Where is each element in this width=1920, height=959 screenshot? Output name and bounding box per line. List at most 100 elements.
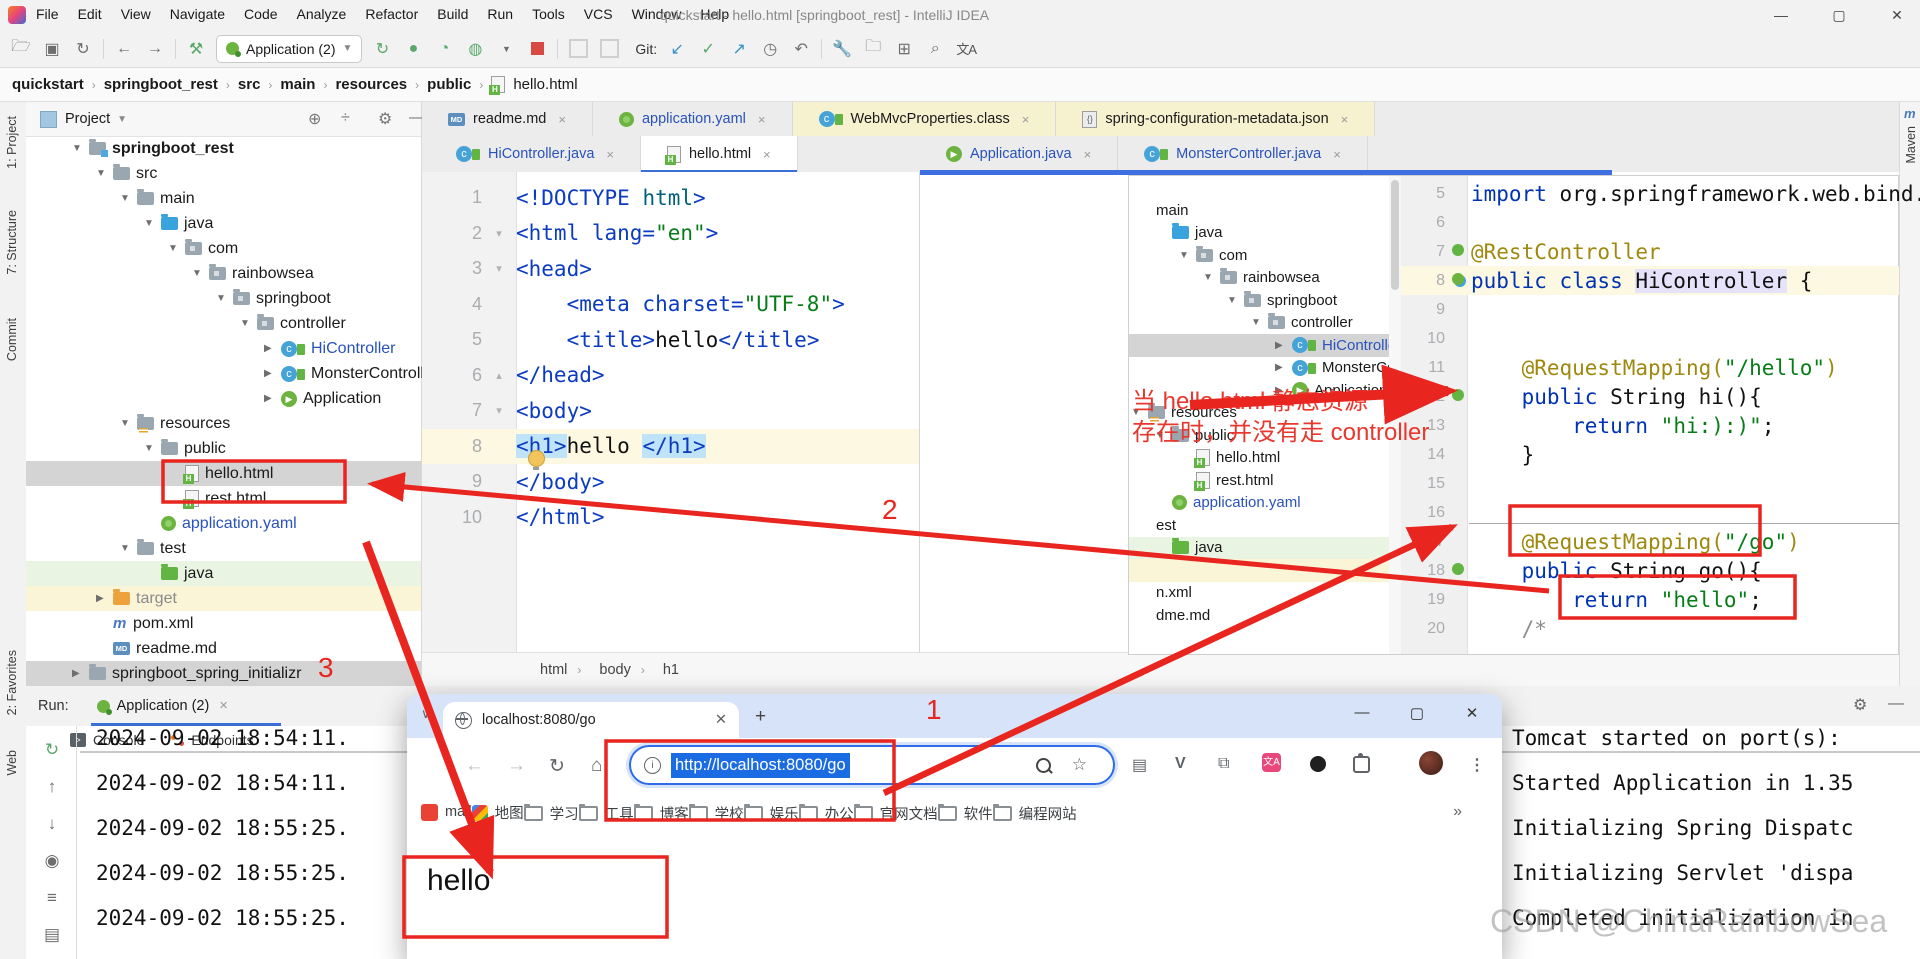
menu-item[interactable]: Tools [532, 6, 565, 22]
save-icon[interactable]: ▣ [41, 38, 63, 60]
address-bar[interactable]: i http://localhost:8080/go ☆ [629, 745, 1115, 785]
code-line[interactable]: 7 ▾ <body> [422, 393, 919, 429]
search-icon[interactable]: ⌕ [924, 38, 946, 60]
scroll-up-icon[interactable]: ↑ [48, 777, 57, 797]
bookmark-item[interactable]: 学校 [688, 803, 744, 824]
stripe-web-tab[interactable]: Web [5, 750, 19, 775]
tree-row[interactable]: pom.xml [26, 611, 421, 636]
bookmark-item[interactable]: 娱乐 [743, 803, 799, 824]
open-icon[interactable]: 🗁 [10, 38, 32, 60]
debug-icon[interactable]: ● [402, 38, 424, 60]
site-info-icon[interactable]: i [644, 756, 661, 774]
breadcrumb-body[interactable]: body [599, 662, 630, 678]
forward-icon[interactable]: → [507, 755, 526, 777]
bookmark-item[interactable]: 编程网站 [992, 803, 1077, 824]
url-input[interactable]: http://localhost:8080/go [671, 752, 850, 778]
menu-item[interactable]: Edit [78, 6, 102, 22]
tree-row[interactable]: ▼ controller [26, 311, 421, 336]
close-icon[interactable]: × [1333, 147, 1341, 162]
code-line[interactable]: 8 <h1>hello </h1> [422, 428, 919, 464]
translate-icon[interactable]: 文A [955, 38, 977, 60]
profile-avatar[interactable] [1419, 751, 1443, 775]
code-line[interactable]: 9 </body> [422, 464, 919, 500]
zoom-icon[interactable] [1036, 758, 1051, 773]
code-line[interactable]: 1 <!DOCTYPE html> [422, 180, 919, 216]
share-icon[interactable]: ⧉ [1218, 755, 1229, 773]
menu-item[interactable]: Analyze [297, 6, 347, 22]
close-icon[interactable]: × [758, 112, 766, 127]
tree-row[interactable]: rest.html [26, 486, 421, 511]
settings-lines-icon[interactable]: ≡ [47, 888, 57, 908]
reading-list-icon[interactable]: ▤ [1132, 755, 1147, 775]
tree-row[interactable]: ▶ target [26, 586, 421, 611]
close-icon[interactable]: × [1022, 112, 1030, 127]
bookmark-item[interactable]: 官网文档 [853, 803, 938, 824]
chevron-down-icon[interactable]: ▼ [495, 38, 517, 60]
new-tab-button[interactable]: + [755, 706, 766, 728]
breadcrumb-segment[interactable]: quickstart › [12, 76, 104, 93]
editor-tab[interactable]: application.yaml × [593, 102, 793, 136]
close-button[interactable]: ✕ [1457, 704, 1487, 722]
run-icon[interactable]: ↻ [371, 38, 393, 60]
editor-tab[interactable]: HiController.java × [430, 136, 641, 172]
expand-arrow-icon[interactable]: ▼ [144, 218, 161, 229]
run-configuration-select[interactable]: Application (2) ▼ [216, 34, 363, 63]
breadcrumb-segment[interactable]: springboot_rest › [104, 76, 238, 93]
menu-item[interactable]: File [36, 6, 59, 22]
close-icon[interactable]: ✕ [715, 712, 727, 728]
forward-icon[interactable]: → [144, 38, 166, 60]
tree-row[interactable]: ▼ main [26, 186, 421, 211]
expand-arrow-icon[interactable]: ▶ [264, 368, 281, 379]
back-icon[interactable]: ← [113, 38, 135, 60]
gear-icon[interactable]: ⚙ [378, 109, 392, 129]
home-icon[interactable]: ⌂ [591, 755, 602, 777]
expand-arrow-icon[interactable]: ▶ [264, 393, 281, 404]
fold-marker-icon[interactable]: ▾ [482, 227, 516, 240]
menu-item[interactable]: VCS [584, 6, 613, 22]
minimize-button[interactable]: — [1764, 2, 1798, 28]
rollback-icon[interactable]: ↶ [790, 38, 812, 60]
tree-row[interactable]: ▼ springboot_rest [26, 136, 421, 161]
stop-icon[interactable] [526, 38, 548, 60]
stripe-favorites-tab[interactable]: 2: Favorites [5, 650, 19, 715]
tree-row[interactable]: ▼ test [26, 536, 421, 561]
code-line[interactable]: 2 ▾ <html lang="en"> [422, 216, 919, 252]
menu-item[interactable]: Refactor [365, 6, 418, 22]
breadcrumb-h1[interactable]: h1 [663, 662, 679, 678]
git-update-icon[interactable]: ↙ [666, 38, 688, 60]
menu-item[interactable]: Run [487, 6, 513, 22]
expand-arrow-icon[interactable]: ▼ [72, 143, 89, 154]
breadcrumb-segment[interactable]: main › [280, 76, 335, 93]
editor-tab[interactable]: MonsterController.java × [1118, 136, 1368, 172]
history-icon[interactable]: ◷ [759, 38, 781, 60]
kebab-menu-icon[interactable]: ⋮ [1469, 755, 1485, 775]
tree-row[interactable]: java [26, 561, 421, 586]
tab-search-chevron-icon[interactable]: ∨ [421, 706, 431, 722]
locate-file-icon[interactable]: ⊕ [308, 109, 321, 129]
bookmark-item[interactable]: 学习 [523, 803, 579, 824]
editor-tab[interactable]: WebMvcProperties.class × [792, 102, 1057, 136]
rerun-icon[interactable]: ↻ [45, 740, 59, 760]
menu-item[interactable]: View [121, 6, 151, 22]
menu-item[interactable]: Build [437, 6, 468, 22]
chevron-down-icon[interactable]: ▼ [117, 114, 127, 125]
code-line[interactable]: 3 ▾ <head> [422, 251, 919, 287]
editor-tab[interactable]: hello.html × [640, 136, 798, 173]
soft-wrap-icon[interactable]: ◉ [45, 851, 60, 871]
fold-marker-icon[interactable]: ▾ [482, 262, 516, 275]
stripe-project-tab[interactable]: 1: Project [5, 116, 19, 169]
menu-item[interactable]: Code [244, 6, 277, 22]
expand-arrow-icon[interactable]: ▼ [144, 443, 161, 454]
editor-hello-html[interactable]: 1 <!DOCTYPE html> 2 ▾ <html lang="en"> 3… [422, 172, 919, 652]
breadcrumb-segment[interactable]: resources › [335, 76, 427, 93]
project-panel-title[interactable]: Project [65, 111, 110, 127]
tree-row[interactable]: ▼ java [26, 211, 421, 236]
code-line[interactable]: 10 </html> [422, 500, 919, 536]
minimize-button[interactable]: — [1347, 704, 1377, 721]
expand-arrow-icon[interactable]: ▼ [216, 293, 233, 304]
code-line[interactable]: 5 <title>hello</title> [422, 322, 919, 358]
expand-arrow-icon[interactable]: ▼ [192, 268, 209, 279]
tree-row[interactable]: hello.html [26, 461, 421, 486]
tree-row[interactable]: ▶ springboot_spring_initializr [26, 661, 421, 686]
maximize-button[interactable]: ▢ [1822, 2, 1856, 28]
